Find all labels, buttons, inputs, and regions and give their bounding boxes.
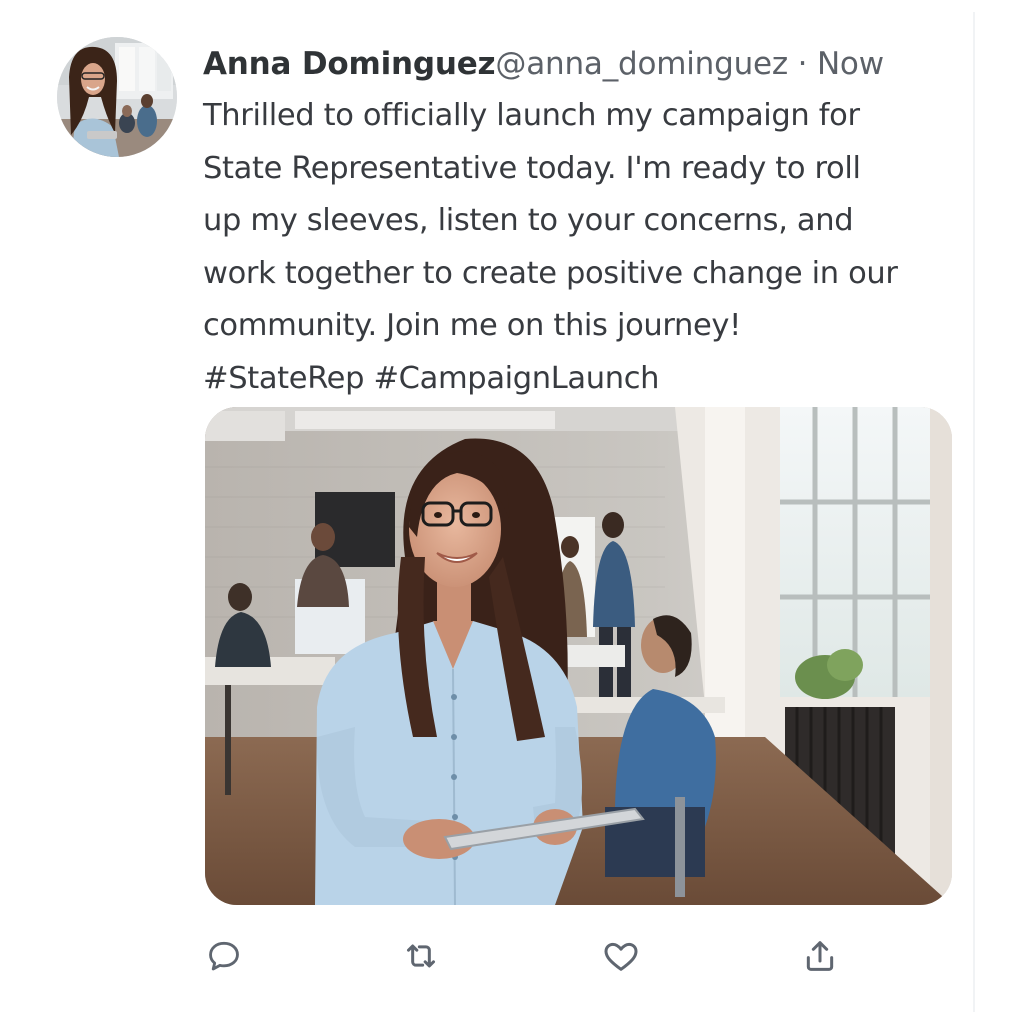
photo-office-scene bbox=[205, 407, 952, 905]
tweet-actions bbox=[200, 930, 850, 982]
retweet-button[interactable] bbox=[397, 930, 445, 982]
hashtag-line: #StateRep #CampaignLaunch bbox=[203, 353, 938, 406]
avatar-image bbox=[57, 37, 177, 157]
tweet-text-line: State Representative today. I'm ready to… bbox=[203, 150, 861, 186]
timeline-divider bbox=[973, 12, 975, 1012]
tweet-text-line: Thrilled to officially launch my campaig… bbox=[203, 98, 860, 133]
like-button[interactable] bbox=[597, 930, 645, 982]
timestamp[interactable]: Now bbox=[817, 46, 884, 82]
share-button[interactable] bbox=[796, 930, 844, 982]
like-icon bbox=[604, 942, 638, 971]
tweet-text-line: up my sleeves, listen to your concerns, … bbox=[203, 203, 854, 238]
tweet-header: Anna Dominguez@anna_dominguez · Now bbox=[203, 42, 884, 86]
tweet-text: Thrilled to officially launch my campaig… bbox=[203, 90, 938, 353]
reply-button[interactable] bbox=[200, 930, 248, 982]
share-icon bbox=[806, 941, 834, 971]
tweet-text-line: community. Join me on this journey! bbox=[203, 308, 741, 343]
hashtag-staterep[interactable]: #StateRep bbox=[203, 361, 364, 396]
tweet-text-line: work together to create positive change … bbox=[203, 255, 898, 291]
retweet-icon bbox=[407, 944, 435, 968]
reply-icon bbox=[209, 941, 239, 971]
page: Anna Dominguez@anna_dominguez · Now Thri… bbox=[0, 0, 1024, 1024]
tweet-card[interactable]: Anna Dominguez@anna_dominguez · Now Thri… bbox=[0, 0, 973, 1024]
display-name[interactable]: Anna Dominguez bbox=[203, 46, 496, 82]
user-handle[interactable]: @anna_dominguez bbox=[495, 46, 788, 82]
avatar[interactable] bbox=[57, 37, 177, 157]
separator-dot: · bbox=[787, 46, 817, 82]
hashtag-campaignlaunch[interactable]: #CampaignLaunch bbox=[373, 361, 659, 396]
tweet-media-photo[interactable] bbox=[205, 407, 952, 905]
